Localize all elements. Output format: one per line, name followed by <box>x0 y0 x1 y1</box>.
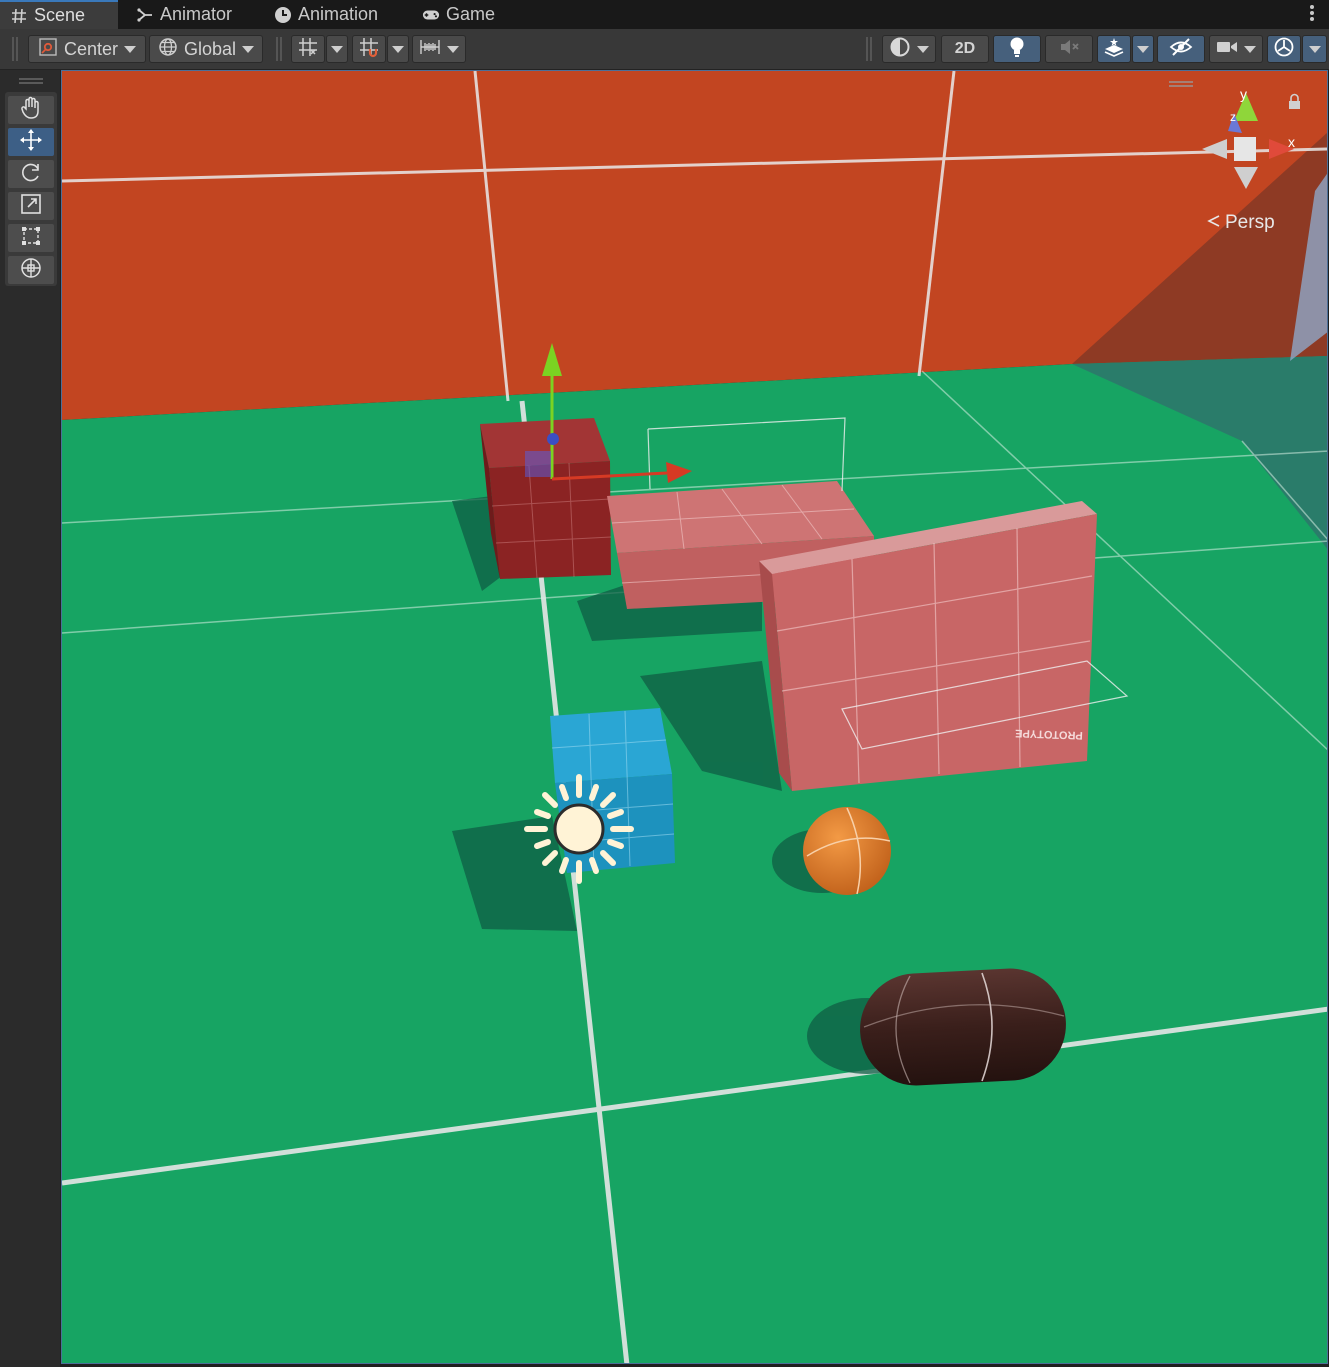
tab-bar: Scene Animator Animation Game <box>0 0 1329 29</box>
z-axis-label: z <box>1230 110 1236 124</box>
chevron-down-icon <box>392 45 404 53</box>
shading-mode-icon <box>889 36 911 63</box>
audio-mute-icon <box>1058 37 1080 62</box>
tab-label: Animation <box>298 4 379 24</box>
xy-plane-handle[interactable] <box>525 451 551 477</box>
rotate-tool-button[interactable] <box>8 160 54 188</box>
globe-icon <box>158 37 178 62</box>
shading-mode-dropdown[interactable] <box>882 35 936 63</box>
chevron-down-icon <box>447 45 459 53</box>
tab-game[interactable]: Game <box>412 0 522 29</box>
tab-animation[interactable]: Animation <box>264 0 404 29</box>
hidden-objects-toggle[interactable] <box>1157 35 1205 63</box>
chevron-left-icon <box>1207 212 1221 234</box>
chevron-down-icon <box>242 45 255 53</box>
toolbar-grip[interactable] <box>12 37 18 61</box>
overlay-grip[interactable] <box>1169 81 1193 87</box>
space-mode-label: Global <box>183 38 237 59</box>
z-axis-handle[interactable] <box>547 433 559 445</box>
tab-animator[interactable]: Animator <box>126 0 256 29</box>
move-tool-button[interactable] <box>8 128 54 156</box>
animator-icon <box>136 6 154 24</box>
grid-snap-dropdown[interactable] <box>326 35 348 63</box>
pivot-mode-dropdown[interactable]: Center <box>28 35 146 63</box>
chevron-down-icon <box>331 45 343 53</box>
tab-label: Game <box>446 4 496 24</box>
rotate-tool-icon <box>20 161 42 188</box>
snap-increment-icon <box>358 36 380 63</box>
scene-toolbar: Center Global 2D <box>0 29 1329 70</box>
chevron-down-icon <box>124 45 137 53</box>
gamepad-icon <box>422 6 440 24</box>
clock-icon <box>274 6 292 24</box>
camera-settings-dropdown[interactable] <box>1209 35 1263 63</box>
pivot-mode-label: Center <box>63 38 119 59</box>
audio-toggle[interactable] <box>1045 35 1093 63</box>
scale-tool-button[interactable] <box>8 192 54 220</box>
rect-tool-button[interactable] <box>8 224 54 252</box>
scene-viewport[interactable]: PROTOTYPE y x z Persp <box>61 70 1328 1364</box>
pivot-icon <box>38 37 58 62</box>
transform-tool-icon <box>19 256 43 285</box>
hidden-objects-icon <box>1169 37 1193 62</box>
gizmos-dropdown[interactable] <box>1302 35 1327 63</box>
ruler-icon <box>419 38 441 61</box>
toolbar-grip[interactable] <box>866 37 872 61</box>
tool-sidebar <box>0 70 60 1367</box>
x-axis-label: x <box>1288 134 1295 150</box>
selected-cube[interactable] <box>480 418 612 579</box>
lighting-toggle[interactable] <box>993 35 1041 63</box>
scene-canvas[interactable]: PROTOTYPE y x z <box>62 71 1328 1364</box>
snap-increment-button[interactable] <box>352 35 386 63</box>
prototype-label: PROTOTYPE <box>1015 727 1083 741</box>
scale-tool-icon <box>20 193 42 220</box>
tab-scene[interactable]: Scene <box>0 0 118 29</box>
gizmos-toggle[interactable] <box>1267 35 1301 63</box>
chevron-down-icon <box>1308 45 1321 53</box>
hash-icon <box>10 7 28 25</box>
lighting-icon <box>1008 36 1026 63</box>
move-tool-icon <box>19 128 43 157</box>
camera-icon <box>1216 39 1238 60</box>
projection-label: Persp <box>1225 212 1275 233</box>
projection-toggle[interactable]: Persp <box>1207 212 1275 234</box>
chevron-down-icon <box>1137 45 1149 53</box>
effects-toggle[interactable] <box>1097 35 1131 63</box>
hand-tool-icon <box>20 96 42 125</box>
tab-label: Scene <box>34 5 86 25</box>
grid-snap-icon <box>297 36 319 63</box>
chevron-down-icon <box>1244 45 1256 53</box>
mode-2d-label: 2D <box>954 40 976 57</box>
effects-icon <box>1103 36 1125 63</box>
hand-tool-button[interactable] <box>8 96 54 124</box>
tab-label: Animator <box>160 4 233 24</box>
toolbar-grip[interactable] <box>19 78 43 84</box>
orange-sphere[interactable] <box>803 807 891 895</box>
grid-snap-button[interactable] <box>291 35 325 63</box>
snap-increment-dropdown[interactable] <box>387 35 409 63</box>
ruler-dropdown[interactable] <box>412 35 466 63</box>
gizmos-icon <box>1273 36 1295 63</box>
rect-tool-icon <box>20 225 42 252</box>
y-axis-label: y <box>1240 86 1247 102</box>
mode-2d-button[interactable]: 2D <box>941 35 989 63</box>
more-options-icon[interactable] <box>1309 3 1315 25</box>
gizmo-center-cube[interactable] <box>1234 137 1256 161</box>
space-mode-dropdown[interactable]: Global <box>149 35 263 63</box>
toolbar-grip[interactable] <box>276 37 282 61</box>
effects-dropdown[interactable] <box>1132 35 1154 63</box>
transform-tools-panel <box>5 92 57 286</box>
transform-tool-button[interactable] <box>8 256 54 284</box>
chevron-down-icon <box>917 45 929 53</box>
dark-capsule[interactable] <box>857 966 1069 1089</box>
